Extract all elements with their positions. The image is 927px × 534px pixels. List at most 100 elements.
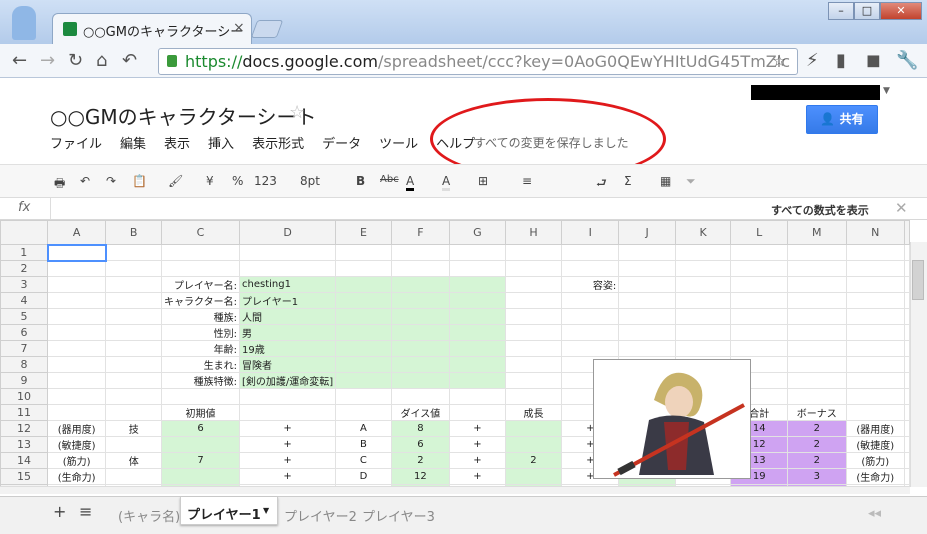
cell-M8[interactable]	[787, 356, 847, 373]
percent-button[interactable]: %	[232, 174, 243, 188]
browser-tab[interactable]: ○○GMのキャラクターシー ×	[52, 13, 252, 44]
cell-A1[interactable]	[46, 243, 107, 262]
column-header[interactable]: E	[335, 220, 392, 245]
account-redacted[interactable]	[751, 85, 880, 100]
cell-K1[interactable]	[674, 244, 732, 261]
row-header[interactable]: 2	[0, 260, 49, 277]
lightning-extension-icon[interactable]: ⚡	[806, 50, 819, 71]
cell-M6[interactable]	[787, 324, 847, 341]
column-header[interactable]: B	[105, 220, 163, 245]
cell-D4[interactable]: プレイヤー1	[239, 292, 337, 309]
cell-A8[interactable]	[47, 356, 107, 373]
cell-G6[interactable]	[449, 324, 506, 341]
cell-N11[interactable]	[845, 404, 906, 421]
cell-C10[interactable]	[161, 388, 241, 405]
cell-H10[interactable]	[504, 388, 563, 405]
cell-N8[interactable]	[845, 356, 906, 373]
undo-icon[interactable]: ↶	[80, 174, 90, 188]
cell-empty[interactable]	[904, 340, 910, 357]
cell-A9[interactable]	[47, 372, 107, 389]
cell-N3[interactable]	[845, 276, 906, 293]
cell-A2[interactable]	[47, 260, 107, 277]
column-header[interactable]: K	[674, 220, 732, 245]
cell-F6[interactable]	[390, 324, 451, 341]
cell-empty[interactable]	[904, 324, 910, 341]
cell-A5[interactable]	[47, 308, 107, 325]
cell-G1[interactable]	[449, 244, 506, 261]
filter-icon[interactable]: ⏷	[686, 174, 696, 189]
cell-E12[interactable]: A	[335, 420, 392, 437]
cell-C9[interactable]: 種族特徴:	[161, 372, 241, 389]
cell-D3[interactable]: chesting1	[239, 276, 337, 293]
cell-A6[interactable]	[47, 324, 107, 341]
cell-H6[interactable]	[504, 324, 563, 341]
cell-D6[interactable]: 男	[239, 324, 337, 341]
cell-A3[interactable]	[47, 276, 107, 293]
cell-C1[interactable]	[161, 244, 241, 261]
cell-N12[interactable]: (器用度)	[845, 420, 906, 437]
cell-D13[interactable]: +	[239, 436, 337, 453]
paste-format-icon[interactable]: 📋	[132, 174, 147, 188]
row-header[interactable]: 8	[0, 356, 49, 373]
cell-J3[interactable]	[618, 276, 676, 293]
cell-K7[interactable]	[674, 340, 732, 357]
cell-N6[interactable]	[845, 324, 906, 341]
menu-edit[interactable]: 編集	[120, 137, 146, 152]
cell-C15[interactable]	[161, 468, 241, 485]
column-header[interactable]: I	[561, 220, 620, 245]
cell-C6[interactable]: 性別:	[161, 324, 241, 341]
cell-empty[interactable]	[904, 388, 910, 405]
functions-icon[interactable]: Σ	[624, 174, 632, 188]
back-icon[interactable]: ←	[12, 50, 27, 71]
cell-J7[interactable]	[618, 340, 676, 357]
cell-J2[interactable]	[618, 260, 676, 277]
column-header[interactable]: C	[161, 220, 241, 245]
cell-M5[interactable]	[787, 308, 847, 325]
cell-L4[interactable]	[730, 292, 789, 309]
cell-empty[interactable]	[904, 404, 910, 421]
cell-L2[interactable]	[730, 260, 789, 277]
cell-E5[interactable]	[335, 308, 392, 325]
cell-H12[interactable]	[504, 420, 563, 437]
paint-format-icon[interactable]: 🖌	[168, 174, 183, 188]
cell-E4[interactable]	[335, 292, 392, 309]
cell-L6[interactable]	[730, 324, 789, 341]
cell-E8[interactable]	[335, 356, 392, 373]
cell-B3[interactable]	[105, 276, 163, 293]
cell-N10[interactable]	[845, 388, 906, 405]
cell-F8[interactable]	[390, 356, 451, 373]
cell-F15[interactable]: 12	[390, 468, 451, 485]
row-header[interactable]: 4	[0, 292, 49, 309]
cell-D8[interactable]: 冒険者	[239, 356, 337, 373]
cell-K2[interactable]	[674, 260, 732, 277]
cell-B14[interactable]: 体	[105, 452, 163, 469]
shield-extension-icon[interactable]: ◼	[866, 50, 881, 71]
cell-G14[interactable]: +	[449, 452, 506, 469]
cell-M13[interactable]: 2	[787, 436, 847, 453]
sheet-tab-character[interactable]: (キャラ名)	[118, 506, 180, 525]
forward-icon[interactable]: →	[40, 50, 55, 71]
cell-N7[interactable]	[845, 340, 906, 357]
cell-E13[interactable]: B	[335, 436, 392, 453]
cell-K4[interactable]	[674, 292, 732, 309]
cell-H9[interactable]	[504, 372, 563, 389]
column-header[interactable]: D	[239, 220, 337, 245]
cell-L3[interactable]	[730, 276, 789, 293]
cell-C2[interactable]	[161, 260, 241, 277]
cell-M15[interactable]: 3	[787, 468, 847, 485]
borders-icon[interactable]: ⊞	[478, 174, 488, 188]
cell-N2[interactable]	[845, 260, 906, 277]
cell-B1[interactable]	[105, 244, 163, 261]
cell-G9[interactable]	[449, 372, 506, 389]
cell-G13[interactable]: +	[449, 436, 506, 453]
menu-insert[interactable]: 挿入	[208, 137, 234, 152]
cell-A11[interactable]	[47, 404, 107, 421]
cell-G12[interactable]: +	[449, 420, 506, 437]
cell-H4[interactable]	[504, 292, 563, 309]
cell-I4[interactable]	[561, 292, 620, 309]
cell-B7[interactable]	[105, 340, 163, 357]
row-header[interactable]: 11	[0, 404, 49, 421]
cell-H15[interactable]	[504, 468, 563, 485]
cell-F1[interactable]	[390, 244, 451, 261]
cell-C4[interactable]: キャラクター名:	[161, 292, 241, 309]
